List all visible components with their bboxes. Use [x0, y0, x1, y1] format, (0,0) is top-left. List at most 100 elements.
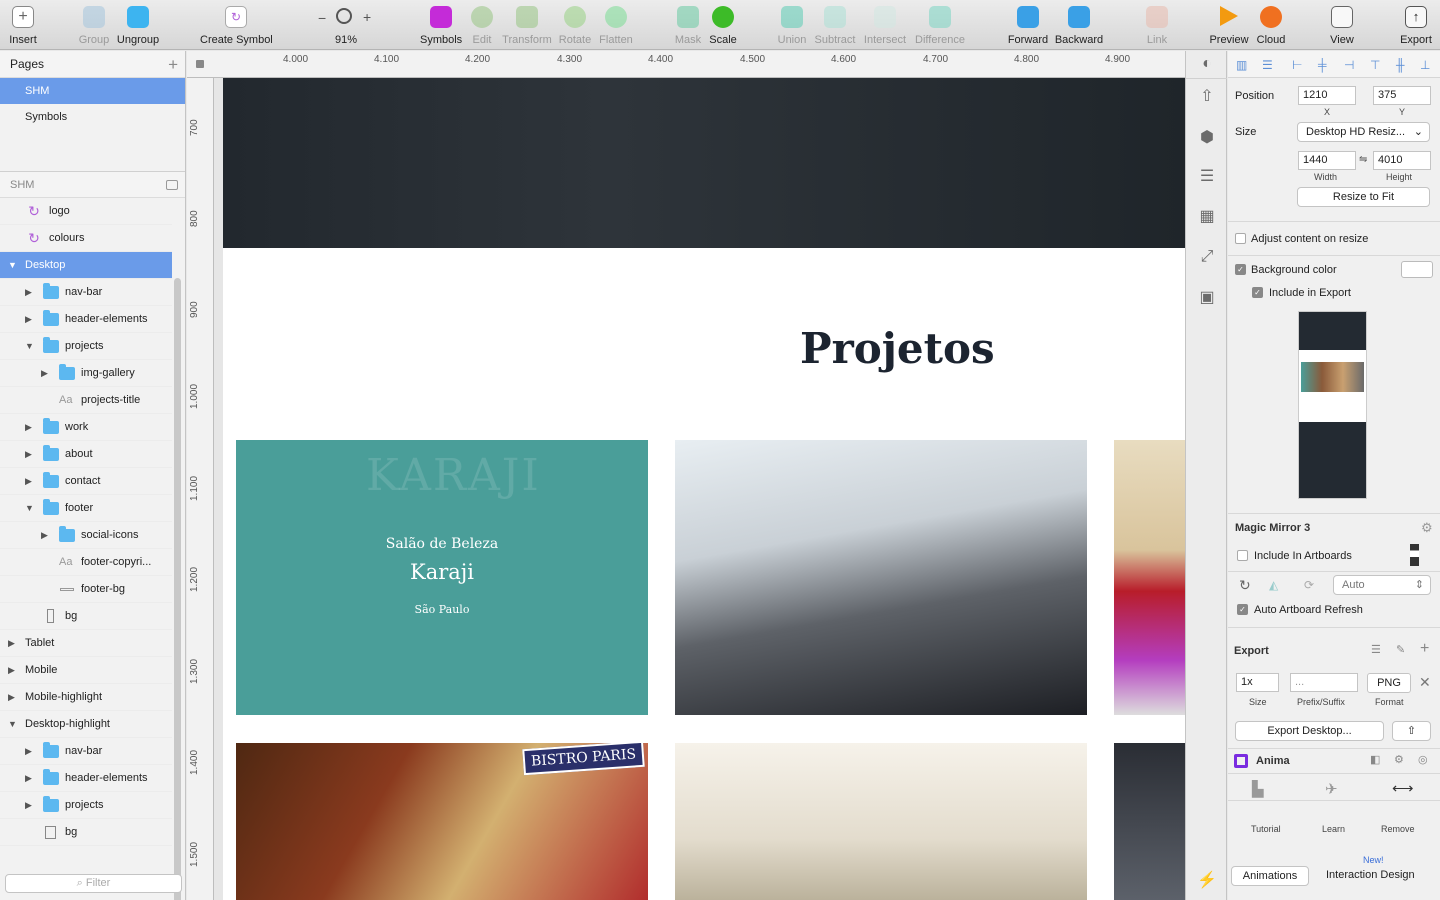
- layout-icon[interactable]: ▦: [1197, 207, 1217, 227]
- disclosure-right-icon[interactable]: ▶: [8, 630, 15, 656]
- mask-button[interactable]: Mask: [674, 6, 702, 46]
- resize-to-fit-button[interactable]: Resize to Fit: [1297, 187, 1430, 207]
- export-prefix-field[interactable]: ...: [1290, 673, 1358, 692]
- lightning-icon[interactable]: ⚡: [1197, 871, 1217, 891]
- disclosure-right-icon[interactable]: ▶: [25, 792, 32, 818]
- layer-item[interactable]: ▶ Mobile-highlight: [0, 684, 172, 711]
- create-symbol-button[interactable]: ↻ Create Symbol: [200, 6, 273, 46]
- project-card-partial[interactable]: [1114, 743, 1185, 900]
- add-page-button[interactable]: +: [168, 51, 178, 78]
- size-preset-dropdown[interactable]: Desktop HD Resiz... ⌄: [1297, 122, 1430, 142]
- distribute-vertical-icon[interactable]: ☰: [1262, 58, 1273, 72]
- disclosure-right-icon[interactable]: ▶: [41, 360, 48, 386]
- preview-button[interactable]: Preview: [1208, 6, 1250, 46]
- export-settings-icon[interactable]: ☰: [1371, 643, 1381, 656]
- remove-button[interactable]: Remove: [1381, 824, 1415, 834]
- canvas[interactable]: 4.000 4.100 4.200 4.300 4.400 4.500 4.60…: [187, 51, 1185, 900]
- layer-item[interactable]: ▶ contact: [0, 468, 172, 495]
- project-card-salon-interior[interactable]: [675, 440, 1087, 715]
- project-card-living-room[interactable]: [675, 743, 1087, 900]
- disclosure-down-icon[interactable]: ▼: [25, 495, 34, 521]
- cloud-button[interactable]: Cloud: [1254, 6, 1288, 46]
- layer-item[interactable]: ▶ Mobile: [0, 657, 172, 684]
- collapse-icon[interactable]: [166, 180, 178, 190]
- backward-button[interactable]: Backward: [1054, 6, 1104, 46]
- forward-button[interactable]: Forward: [1006, 6, 1050, 46]
- resize-icon[interactable]: ⤢: [1197, 247, 1217, 267]
- disclosure-right-icon[interactable]: ▶: [25, 414, 32, 440]
- disclosure-right-icon[interactable]: ▶: [25, 468, 32, 494]
- align-bottom-icon[interactable]: ⊥: [1420, 58, 1430, 72]
- disclosure-right-icon[interactable]: ▶: [41, 522, 48, 548]
- rocket-icon[interactable]: ✈: [1325, 780, 1338, 798]
- adjust-content-checkbox[interactable]: [1235, 233, 1246, 244]
- symbols-button[interactable]: Symbols: [420, 6, 462, 46]
- export-format-select[interactable]: PNG: [1367, 673, 1411, 693]
- page-item-symbols[interactable]: Symbols: [0, 104, 185, 130]
- x-field[interactable]: 1210: [1298, 86, 1356, 105]
- link-button[interactable]: Link: [1144, 6, 1170, 46]
- layer-item[interactable]: ↻ logo: [0, 198, 172, 225]
- mirror-icon[interactable]: ◭: [1269, 578, 1278, 592]
- share-export-button[interactable]: ⇧: [1392, 721, 1431, 741]
- layer-item[interactable]: footer-bg: [0, 576, 172, 603]
- filter-input[interactable]: ⌕ Filter: [5, 874, 182, 893]
- zoom-in-button[interactable]: +: [363, 9, 371, 25]
- subtract-button[interactable]: Subtract: [812, 6, 858, 46]
- include-in-artboards-checkbox[interactable]: [1237, 550, 1248, 561]
- export-desktop-button[interactable]: Export Desktop...: [1235, 721, 1384, 741]
- disclosure-right-icon[interactable]: ▶: [25, 738, 32, 764]
- layer-item[interactable]: ▶ header-elements: [0, 765, 172, 792]
- group-button[interactable]: Group: [76, 6, 112, 46]
- view-button[interactable]: View: [1324, 6, 1360, 46]
- flatten-button[interactable]: Flatten: [598, 6, 634, 46]
- layer-item[interactable]: ▶ work: [0, 414, 172, 441]
- insert-button[interactable]: + Insert: [6, 6, 40, 46]
- project-card-bistro[interactable]: BISTRO PARIS: [236, 743, 648, 900]
- add-image-icon[interactable]: ▣: [1197, 288, 1217, 308]
- remove-export-icon[interactable]: ✕: [1419, 674, 1431, 691]
- tutorial-icon[interactable]: ▙: [1252, 780, 1264, 798]
- include-in-export-checkbox[interactable]: ✓: [1252, 287, 1263, 298]
- disclosure-down-icon[interactable]: ▼: [8, 252, 17, 278]
- plugin-logo-icon[interactable]: ◐: [1197, 54, 1217, 74]
- artboard-desktop[interactable]: Projetos KARAJI Salão de Beleza Karaji S…: [223, 78, 1185, 900]
- disclosure-right-icon[interactable]: ▶: [25, 441, 32, 467]
- background-color-swatch[interactable]: [1401, 261, 1433, 278]
- height-field[interactable]: 4010: [1373, 151, 1431, 170]
- hexagon-icon[interactable]: ⬢: [1197, 128, 1217, 148]
- list-icon[interactable]: ☰: [1197, 167, 1217, 187]
- intersect-button[interactable]: Intersect: [862, 6, 908, 46]
- disclosure-right-icon[interactable]: ▶: [8, 657, 15, 683]
- layer-item[interactable]: bg: [0, 603, 172, 630]
- layer-item[interactable]: ▶ nav-bar: [0, 279, 172, 306]
- layer-item[interactable]: Aa footer-copyri...: [0, 549, 172, 576]
- layer-item[interactable]: ▶ about: [0, 441, 172, 468]
- disclosure-down-icon[interactable]: ▼: [25, 333, 34, 359]
- layer-item[interactable]: ▶ Tablet: [0, 630, 172, 657]
- panel-icon[interactable]: ◧: [1370, 753, 1380, 766]
- disclosure-right-icon[interactable]: ▶: [25, 279, 32, 305]
- layer-item[interactable]: Aa projects-title: [0, 387, 172, 414]
- learn-button[interactable]: Learn: [1322, 824, 1345, 834]
- layer-item[interactable]: ▶ img-gallery: [0, 360, 172, 387]
- align-left-icon[interactable]: ⊢: [1292, 58, 1302, 72]
- layer-item-selected[interactable]: ▼ Desktop: [0, 252, 172, 279]
- rotate-device-icon[interactable]: ⟳: [1304, 578, 1314, 592]
- layer-scrollbar[interactable]: [174, 278, 181, 900]
- export-button[interactable]: ↑ Export: [1396, 6, 1436, 46]
- tutorial-button[interactable]: Tutorial: [1251, 824, 1281, 834]
- auto-select[interactable]: Auto ⇕: [1333, 575, 1431, 595]
- y-field[interactable]: 375: [1373, 86, 1431, 105]
- align-top-icon[interactable]: ⊤: [1370, 58, 1380, 72]
- slice-icon[interactable]: ✎: [1396, 643, 1405, 656]
- disclosure-right-icon[interactable]: ▶: [25, 306, 32, 332]
- layer-item[interactable]: ▼ projects: [0, 333, 172, 360]
- layer-item[interactable]: bg: [0, 819, 172, 846]
- align-right-icon[interactable]: ⊣: [1344, 58, 1354, 72]
- gear-icon[interactable]: ⚙: [1421, 520, 1433, 536]
- export-scale-field[interactable]: 1x: [1236, 673, 1279, 692]
- disclosure-right-icon[interactable]: ▶: [25, 765, 32, 791]
- interaction-design-button[interactable]: Interaction Design: [1326, 869, 1415, 881]
- align-center-icon[interactable]: ╪: [1318, 58, 1327, 72]
